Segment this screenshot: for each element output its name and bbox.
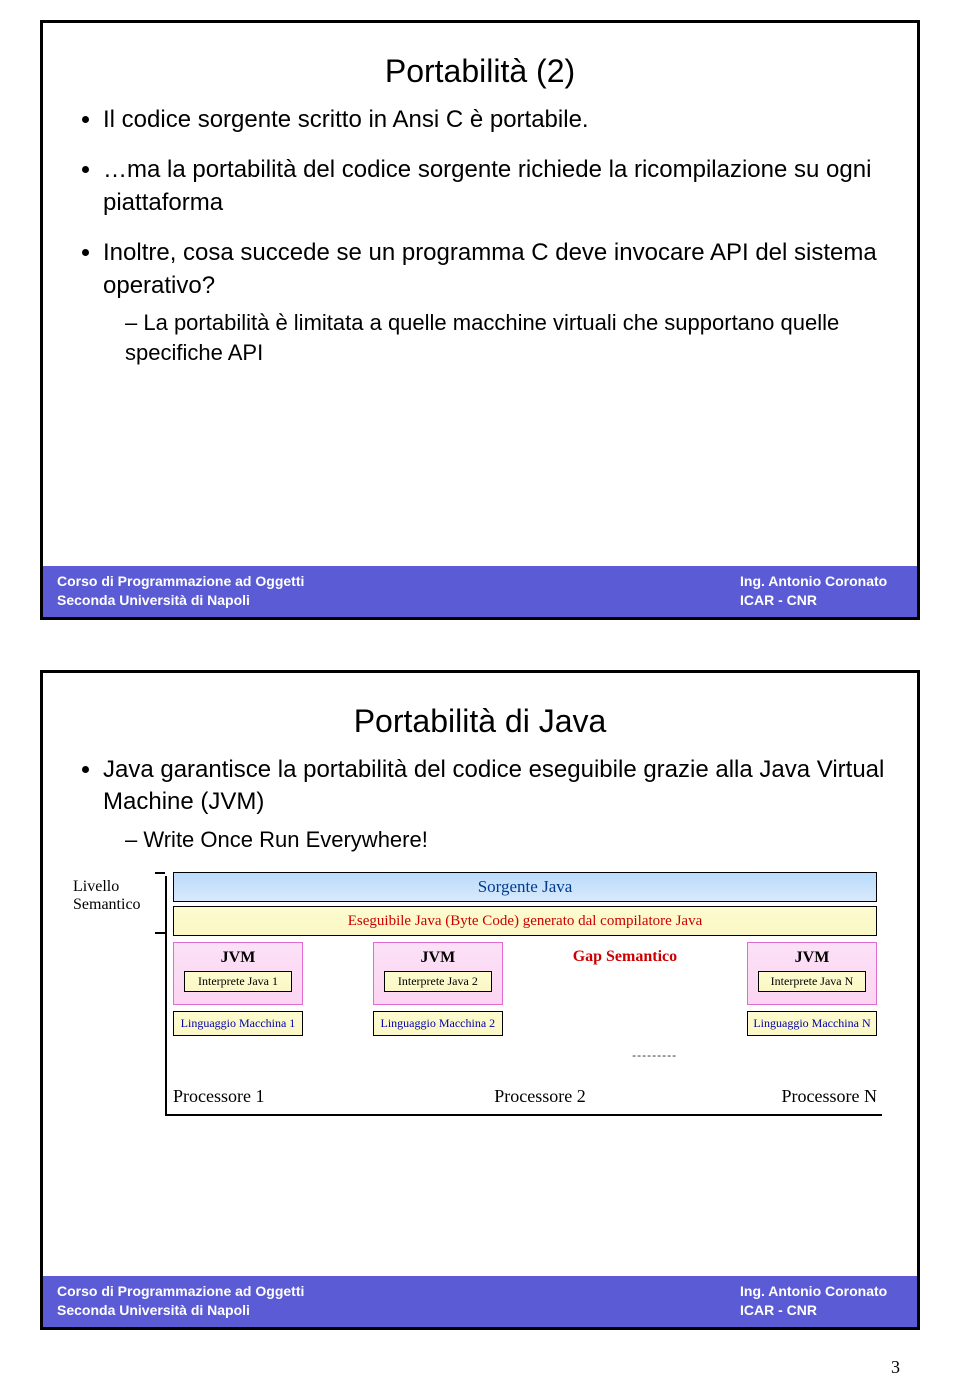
jvm-box-n: JVM Interprete Java N xyxy=(747,942,877,1005)
jvm-col-n: JVM Interprete Java N Linguaggio Macchin… xyxy=(747,942,877,1036)
bullet-s2-1-text: Java garantisce la portabilità del codic… xyxy=(103,756,884,815)
jvm-diagram: Livello Semantico Sorgente Java Eseguibi… xyxy=(73,872,887,1142)
source-java-row: Sorgente Java xyxy=(173,872,877,902)
footer-author-2: Ing. Antonio Coronato xyxy=(480,1282,903,1302)
jvm-box-1: JVM Interprete Java 1 xyxy=(173,942,303,1005)
bullet-3: Inoltre, cosa succede se un programma C … xyxy=(103,237,887,367)
footer-university: Seconda Università di Napoli xyxy=(57,591,480,611)
bullet-1: Il codice sorgente scritto in Ansi C è p… xyxy=(103,104,887,136)
bullet-3-sub: La portabilità è limitata a quelle macch… xyxy=(125,308,887,367)
lang-n: Linguaggio Macchina N xyxy=(747,1011,877,1036)
semantic-level-bracket xyxy=(155,872,165,934)
jvm-row: JVM Interprete Java 1 Linguaggio Macchin… xyxy=(173,942,877,1082)
interp-2: Interprete Java 2 xyxy=(384,971,492,992)
jvm-label-1: JVM xyxy=(180,949,296,967)
bytecode-row: Eseguibile Java (Byte Code) generato dal… xyxy=(173,906,877,936)
gap-column: Gap Semantico --------- xyxy=(573,942,677,1082)
axis-horizontal xyxy=(165,1114,882,1116)
footer-org-2: ICAR - CNR xyxy=(480,1301,903,1321)
footer-university-2: Seconda Università di Napoli xyxy=(57,1301,480,1321)
footer-course: Corso di Programmazione ad Oggetti xyxy=(57,572,480,592)
slide-1-title: Portabilità (2) xyxy=(73,53,887,90)
slide-1-body: Portabilità (2) Il codice sorgente scrit… xyxy=(43,23,917,566)
jvm-col-2: JVM Interprete Java 2 Linguaggio Macchin… xyxy=(373,942,503,1036)
lang-2: Linguaggio Macchina 2 xyxy=(373,1011,503,1036)
lang-1: Linguaggio Macchina 1 xyxy=(173,1011,303,1036)
bullet-3-sub-item: La portabilità è limitata a quelle macch… xyxy=(125,308,887,367)
jvm-label-n: JVM xyxy=(754,949,870,967)
slide-2: Portabilità di Java Java garantisce la p… xyxy=(40,670,920,1330)
slide-2-body: Portabilità di Java Java garantisce la p… xyxy=(43,673,917,1276)
bullet-s2-1-sub-item: Write Once Run Everywhere! xyxy=(125,825,887,855)
proc-n: Processore N xyxy=(717,1086,877,1107)
semantic-level-label: Livello Semantico xyxy=(73,878,151,914)
bullet-2: …ma la portabilità del codice sorgente r… xyxy=(103,154,887,219)
bullet-s2-1-sub: Write Once Run Everywhere! xyxy=(125,825,887,855)
page-number: 3 xyxy=(891,1357,900,1378)
slide-1: Portabilità (2) Il codice sorgente scrit… xyxy=(40,20,920,620)
processor-row: Processore 1 Processore 2 Processore N xyxy=(173,1086,877,1107)
footer-org: ICAR - CNR xyxy=(480,591,903,611)
footer-author: Ing. Antonio Coronato xyxy=(480,572,903,592)
slide-1-footer: Corso di Programmazione ad Oggetti Ing. … xyxy=(43,566,917,617)
bullet-s2-1: Java garantisce la portabilità del codic… xyxy=(103,754,887,854)
continuation-dots: --------- xyxy=(632,1048,677,1082)
jvm-label-2: JVM xyxy=(380,949,496,967)
top-rows: Sorgente Java Eseguibile Java (Byte Code… xyxy=(173,872,877,936)
slide-2-title: Portabilità di Java xyxy=(73,703,887,740)
proc-1: Processore 1 xyxy=(173,1086,333,1107)
page: Portabilità (2) Il codice sorgente scrit… xyxy=(0,0,960,1398)
slide-2-bullets: Java garantisce la portabilità del codic… xyxy=(103,754,887,854)
proc-2: Processore 2 xyxy=(333,1086,717,1107)
slide-1-bullets: Il codice sorgente scritto in Ansi C è p… xyxy=(103,104,887,367)
axis-vertical xyxy=(165,876,167,1116)
jvm-col-1: JVM Interprete Java 1 Linguaggio Macchin… xyxy=(173,942,303,1036)
jvm-box-2: JVM Interprete Java 2 xyxy=(373,942,503,1005)
interp-1: Interprete Java 1 xyxy=(184,971,292,992)
slide-2-footer: Corso di Programmazione ad Oggetti Ing. … xyxy=(43,1276,917,1327)
bullet-3-text: Inoltre, cosa succede se un programma C … xyxy=(103,239,877,298)
gap-semantico-label: Gap Semantico xyxy=(573,942,677,966)
interp-n: Interprete Java N xyxy=(758,971,866,992)
footer-course-2: Corso di Programmazione ad Oggetti xyxy=(57,1282,480,1302)
